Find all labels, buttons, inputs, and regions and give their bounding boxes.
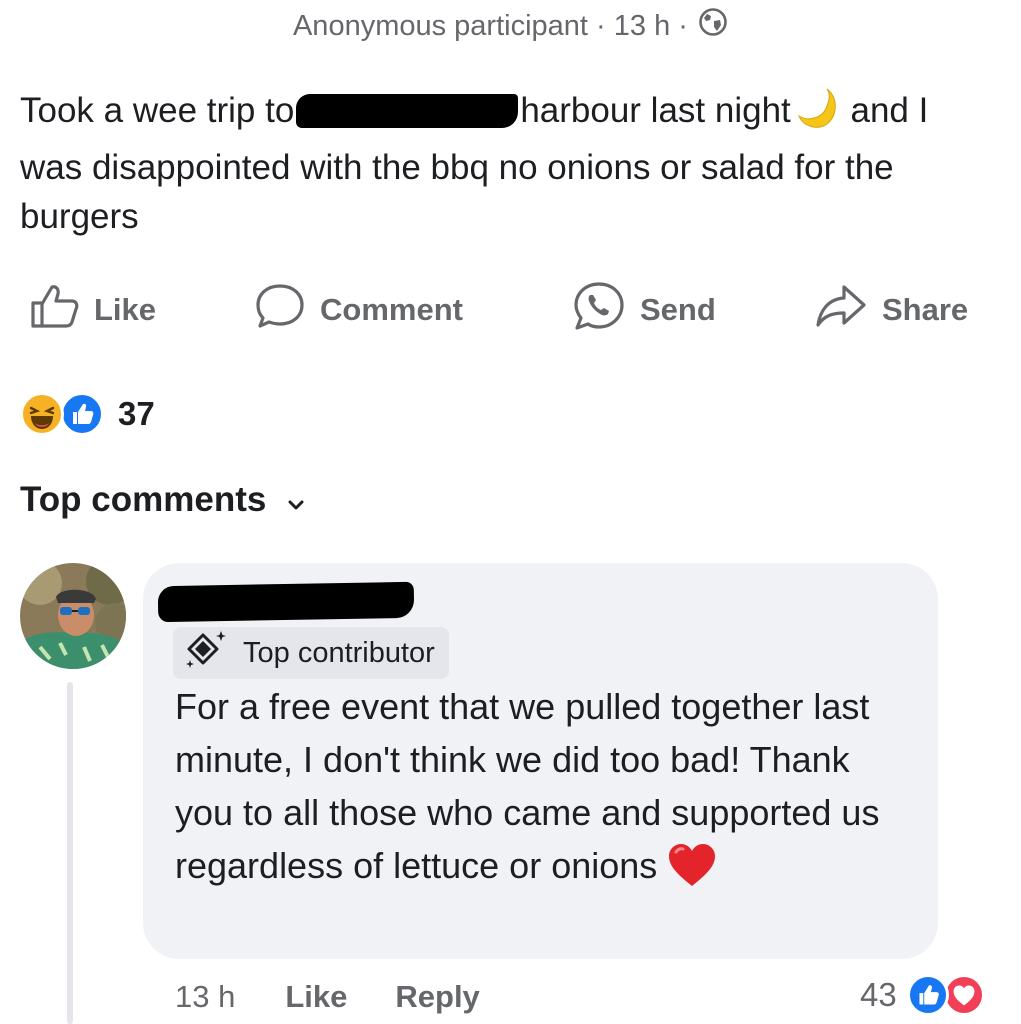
top-comments-dropdown[interactable]: Top comments	[20, 480, 304, 520]
post-text-part2: harbour last night	[520, 91, 791, 130]
comment-action-bar: 13 h Like Reply	[175, 975, 480, 1019]
share-label: Share	[882, 292, 969, 327]
red-heart-emoji	[667, 842, 717, 902]
thumbs-up-icon	[30, 283, 94, 337]
crescent-moon-emoji	[797, 86, 841, 143]
reactions-summary[interactable]: 37	[20, 390, 155, 438]
top-contributor-badge[interactable]: Top contributor	[173, 627, 449, 679]
share-button[interactable]: Share	[814, 280, 968, 340]
reaction-count: 37	[118, 395, 155, 432]
comment-like-button[interactable]: Like	[285, 979, 347, 1015]
comment-body: For a free event that we pulled together…	[175, 686, 880, 886]
commenter-avatar[interactable]	[20, 563, 126, 669]
comment-reply-button[interactable]: Reply	[395, 979, 479, 1015]
share-arrow-icon	[814, 283, 882, 337]
diamond-sparkle-icon	[183, 629, 243, 677]
post-meta: Anonymous participant · 13 h ·	[0, 6, 1021, 48]
redaction-bar	[296, 94, 519, 128]
comment-reactions[interactable]: 43	[860, 972, 987, 1018]
meta-separator: ·	[596, 10, 606, 42]
like-button[interactable]: Like	[30, 280, 156, 340]
reaction-icons	[20, 390, 110, 438]
comment-label: Comment	[320, 292, 463, 327]
haha-reaction-icon	[20, 392, 64, 436]
comment-button[interactable]: Comment	[254, 280, 463, 340]
comment-reaction-icons	[906, 972, 987, 1018]
love-reaction-icon	[942, 974, 985, 1016]
meta-separator: ·	[678, 10, 688, 42]
comment-text: For a free event that we pulled together…	[175, 680, 915, 902]
post-time[interactable]: 13 h	[614, 10, 670, 42]
comment-time[interactable]: 13 h	[175, 979, 235, 1015]
like-reaction-icon	[60, 392, 104, 436]
badge-label: Top contributor	[243, 636, 435, 669]
comment-bubble-icon	[254, 282, 320, 338]
post-text: Took a wee trip to harbour last night and…	[20, 86, 980, 241]
send-button[interactable]: Send	[572, 280, 716, 340]
post-text-part1: Took a wee trip to	[20, 91, 295, 130]
post-action-bar: Like Comment Send Share	[0, 280, 1021, 340]
like-reaction-icon	[906, 974, 949, 1016]
commenter-name-redaction	[157, 581, 415, 623]
top-comments-label: Top comments	[20, 480, 267, 519]
chevron-down-icon	[288, 480, 304, 520]
like-label: Like	[94, 292, 157, 327]
whatsapp-icon	[572, 280, 640, 340]
reply-thread-line	[67, 682, 73, 1024]
post-author[interactable]: Anonymous participant	[293, 10, 588, 42]
globe-icon	[698, 7, 728, 48]
send-label: Send	[640, 292, 716, 327]
comment-reaction-count: 43	[860, 976, 897, 1013]
